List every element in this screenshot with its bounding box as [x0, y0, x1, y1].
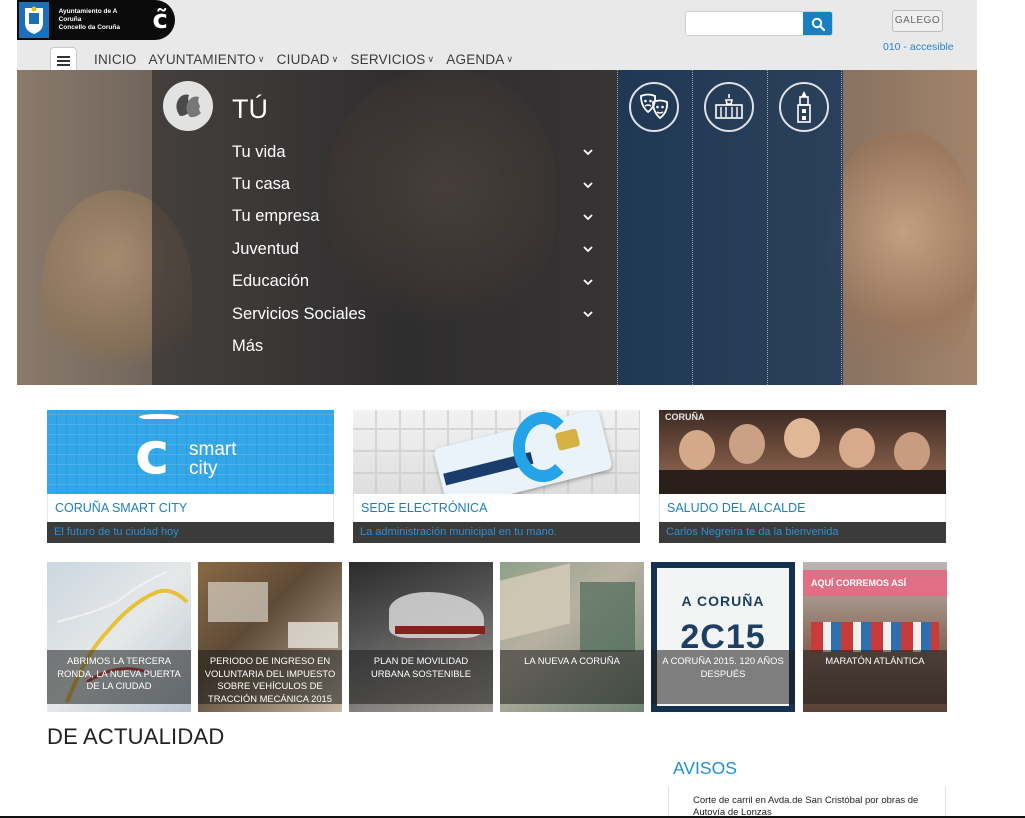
tile-label: ABRIMOS LA TERCERA RONDA, LA NUEVA PUERT… — [47, 650, 191, 704]
smart-city-logo-mark: c — [135, 419, 170, 487]
search-button[interactable] — [803, 12, 832, 35]
card-title: SEDE ELECTRÓNICA — [353, 494, 640, 522]
logo-line-2: Concello da Coruña — [58, 24, 120, 31]
hero-menu-label: Educación — [232, 272, 310, 291]
nav-item-label: INICIO — [94, 51, 137, 67]
card-subtitle: Carlos Negreira te da la bienvenida — [659, 522, 946, 543]
marathon-banner-text: AQUÍ CORREMOS ASÍ — [811, 578, 907, 588]
card-sede-electronica[interactable]: SEDE ELECTRÓNICA La administración munic… — [353, 410, 640, 543]
hero-menu-label: Servicios Sociales — [232, 304, 366, 323]
hamburger-line — [57, 63, 70, 66]
nav-item-ayuntamiento[interactable]: AYUNTAMIENTO ∨ — [148, 49, 264, 69]
hero-menu-item-juventud[interactable]: Juventud — [232, 233, 594, 265]
main-navigation: INICIO AYUNTAMIENTO ∨ CIUDAD ∨ SERVICIOS… — [94, 49, 513, 69]
hero-menu: Tu vida Tu casa Tu empresa Juventud Educ… — [232, 136, 594, 363]
nav-item-label: AGENDA — [446, 51, 505, 67]
news-section-title: DE ACTUALIDAD — [47, 724, 225, 749]
tile-tercera-ronda[interactable]: ABRIMOS LA TERCERA RONDA, LA NUEVA PUERT… — [47, 562, 191, 712]
avisos-section-title: AVISOS — [673, 758, 737, 778]
smart-city-image: c smart city — [47, 410, 334, 494]
search-box — [685, 11, 833, 36]
coat-of-arms-icon — [19, 2, 49, 38]
nav-item-servicios[interactable]: SERVICIOS ∨ — [350, 49, 434, 69]
hamburger-line — [57, 55, 70, 58]
tile-label: PLAN DE MOVILIDAD URBANA SOSTENIBLE — [349, 650, 493, 704]
hero-menu-label: Juventud — [232, 239, 299, 258]
search-icon — [811, 17, 825, 31]
hero-menu-item-servicios-sociales[interactable]: Servicios Sociales — [232, 298, 594, 330]
hero-menu-item-tu-empresa[interactable]: Tu empresa — [232, 201, 594, 233]
hero-menu-item-educacion[interactable]: Educación — [232, 266, 594, 298]
chevron-down-icon: ∨ — [331, 53, 339, 64]
theater-masks-icon[interactable] — [629, 82, 679, 132]
card-title: SALUDO DEL ALCALDE — [659, 494, 946, 522]
keyboard-card-image — [353, 410, 640, 494]
smart-city-tilde — [139, 414, 179, 420]
palace-icon[interactable] — [704, 82, 754, 132]
sede-logo-mark — [513, 412, 573, 482]
tile-nueva-coruna[interactable]: LA NUEVA A CORUÑA — [500, 562, 644, 712]
nav-item-label: AYUNTAMIENTO — [148, 51, 256, 67]
nav-item-agenda[interactable]: AGENDA ∨ — [446, 49, 513, 69]
logo-mark: c̃ — [152, 5, 168, 35]
chevron-down-icon — [583, 214, 593, 221]
tower-icon[interactable] — [779, 82, 829, 132]
tile-label: PERIODO DE INGRESO EN VOLUNTARIA DEL IMP… — [198, 650, 342, 704]
tile-movilidad-urbana[interactable]: PLAN DE MOVILIDAD URBANA SOSTENIBLE — [349, 562, 493, 712]
hero-menu-label: Tu empresa — [232, 207, 320, 226]
card-subtitle: La administración municipal en tu mano. — [353, 522, 640, 543]
nav-item-label: CIUDAD — [276, 51, 330, 67]
profile-faces-icon[interactable] — [163, 81, 213, 131]
chevron-down-icon — [583, 311, 593, 318]
card-title: CORUÑA SMART CITY — [47, 494, 334, 522]
card-saludo-alcalde[interactable]: CORUÑA SALUDO DEL ALCALDE Carlos Negreir… — [659, 410, 946, 543]
logo-line-1: Ayuntamiento de A Coruña — [58, 8, 118, 23]
chevron-down-icon: ∨ — [506, 53, 514, 64]
site-logo[interactable]: Ayuntamiento de A Coruña Concello da Cor… — [17, 0, 175, 40]
hero-category-panel — [617, 70, 843, 385]
tile-coruna-2015[interactable]: A CORUÑA 2C15 A CORUÑA 2015. 120 AÑOS DE… — [651, 562, 795, 712]
card-subtitle: El futuro de tu ciudad hoy — [47, 522, 334, 543]
hero-menu-label: Más — [232, 337, 264, 356]
tile-label: MARATÓN ATLÁNTICA — [803, 650, 947, 704]
search-input[interactable] — [686, 12, 804, 35]
hero-title: TÚ — [232, 94, 268, 124]
aviso-item-text: Corte de carril en Avda.de San Cristóbal… — [693, 795, 919, 818]
hero-menu-item-tu-vida[interactable]: Tu vida — [232, 136, 594, 168]
chevron-down-icon: ∨ — [257, 53, 265, 64]
hero-menu-label: Tu vida — [232, 142, 286, 161]
hero-banner: TÚ Tu vida Tu casa Tu empresa Juventud E… — [17, 70, 977, 385]
hero-menu-item-tu-casa[interactable]: Tu casa — [232, 168, 594, 200]
chevron-down-icon — [583, 149, 593, 156]
nav-item-inicio[interactable]: INICIO — [94, 49, 136, 69]
tile-maraton-atlantica[interactable]: AQUÍ CORREMOS ASÍ MARATÓN ATLÁNTICA — [803, 562, 947, 712]
chevron-down-icon — [583, 181, 593, 188]
hero-menu-label: Tu casa — [232, 175, 291, 194]
chevron-down-icon — [583, 246, 593, 253]
chevron-down-icon: ∨ — [427, 53, 435, 64]
card-smart-city[interactable]: c smart city CORUÑA SMART CITY El futuro… — [47, 410, 334, 543]
tile-impuesto-vehiculos[interactable]: PERIODO DE INGRESO EN VOLUNTARIA DEL IMP… — [198, 562, 342, 712]
logo-text: Ayuntamiento de A Coruña Concello da Cor… — [59, 8, 138, 32]
chevron-down-icon — [583, 279, 593, 286]
smart-city-logo-text: smart city — [189, 439, 237, 479]
mayor-crowd-image: CORUÑA — [659, 410, 946, 494]
nav-item-label: SERVICIOS — [350, 51, 426, 67]
hamburger-line — [57, 59, 70, 62]
tile-label: LA NUEVA A CORUÑA — [500, 650, 644, 704]
mayor-image-caption: CORUÑA — [665, 412, 705, 422]
language-button[interactable]: GALEGO — [892, 10, 943, 32]
aviso-item[interactable]: Corte de carril en Avda.de San Cristóbal… — [668, 787, 946, 818]
nav-item-ciudad[interactable]: CIUDAD ∨ — [277, 49, 339, 69]
hero-photo-woman — [827, 130, 977, 385]
accessible-link[interactable]: 010 - accesible — [883, 41, 954, 53]
coruna-2015-heading: A CORUÑA — [681, 593, 765, 609]
hero-menu-item-mas[interactable]: Más — [232, 330, 594, 362]
tile-label: A CORUÑA 2015. 120 AÑOS DESPUÉS — [651, 650, 795, 704]
